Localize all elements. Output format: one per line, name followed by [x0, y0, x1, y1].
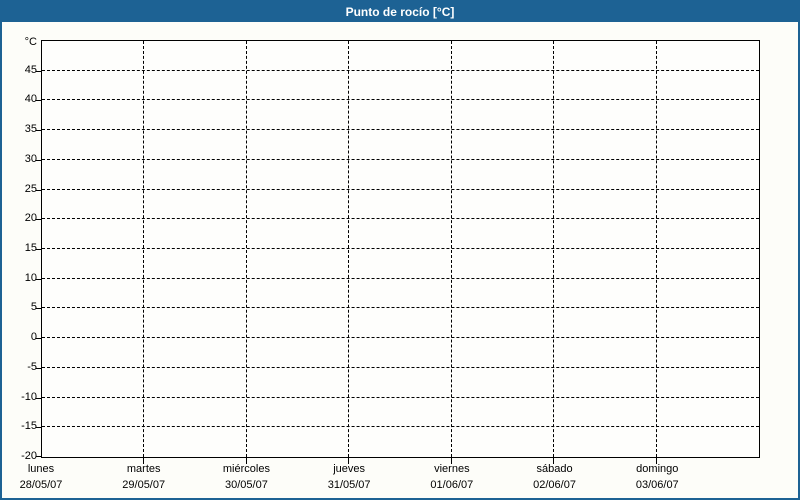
h-gridline-30 [42, 158, 759, 160]
y-tick-label-45: 45 [24, 63, 37, 76]
x-date-label-4: 01/06/07 [430, 479, 474, 491]
x-day-label-miércoles: miércoles [222, 463, 270, 475]
y-tick-label-40: 40 [24, 93, 37, 106]
h-gridline-40 [42, 99, 759, 101]
h-gridline--5 [42, 366, 759, 368]
y-tick-label-15: 15 [24, 242, 37, 254]
x-day-label-jueves: jueves [333, 463, 366, 475]
y-tick-label-25: 25 [24, 182, 37, 195]
chart-window: Punto de rocío [°C] °C 45 40 35 30 25 20 15 10 5… [0, 0, 800, 500]
y-tick-label--10: -10 [21, 390, 37, 403]
y-tick-label-20: 20 [24, 212, 37, 225]
x-date-label-6: 03/06/07 [635, 479, 679, 491]
x-date-label-2: 30/05/07 [225, 479, 268, 491]
h-gridline-10 [42, 277, 759, 279]
y-tick-label-35: 35 [24, 123, 37, 136]
x-day-label-domingo: domingo [636, 463, 679, 475]
h-gridline-5 [42, 307, 759, 309]
y-tick-label-0: 0 [30, 331, 37, 344]
h-gridline-15 [42, 248, 759, 249]
v-gridline-day-1 [143, 41, 145, 457]
h-gridline-35 [42, 129, 759, 131]
y-axis-unit-label: °C [24, 36, 37, 48]
x-day-label-viernes: viernes [434, 463, 470, 475]
v-gridline-day-3 [348, 41, 350, 457]
y-tick-label-30: 30 [24, 152, 37, 165]
plot-frame [36, 40, 760, 464]
h-gridline--15 [42, 426, 759, 428]
chart-area: °C 45 40 35 30 25 20 15 10 5 0 -5 -10 -15 -20 lunes 28… [2, 22, 798, 498]
x-date-label-5: 02/06/07 [533, 479, 576, 491]
y-tick-label-10: 10 [24, 271, 37, 284]
h-gridline--10 [42, 396, 759, 398]
x-day-label-sábado: sábado [536, 463, 573, 475]
x-day-label-martes: martes [126, 463, 161, 475]
h-gridline-45 [42, 69, 759, 71]
v-gridline-day-5 [553, 41, 555, 457]
x-date-label-1: 29/05/07 [122, 479, 166, 491]
x-date-label-3: 31/05/07 [327, 479, 371, 491]
chart-title: Punto de rocío [°C] [345, 5, 455, 19]
h-gridline-20 [42, 218, 759, 220]
x-date-label-0: 28/05/07 [19, 479, 63, 491]
chart-title-bar: Punto de rocío [°C] [2, 2, 798, 22]
v-gridline-day-2 [245, 41, 247, 457]
v-gridline-day-4 [450, 41, 452, 457]
h-gridline-0 [42, 337, 759, 339]
x-day-label-lunes: lunes [27, 463, 55, 475]
v-gridline-day-6 [655, 41, 657, 457]
h-gridline-25 [42, 188, 759, 190]
y-tick-label--15: -15 [21, 420, 37, 433]
y-tick-label--5: -5 [27, 360, 37, 373]
y-tick-label-5: 5 [30, 301, 37, 314]
